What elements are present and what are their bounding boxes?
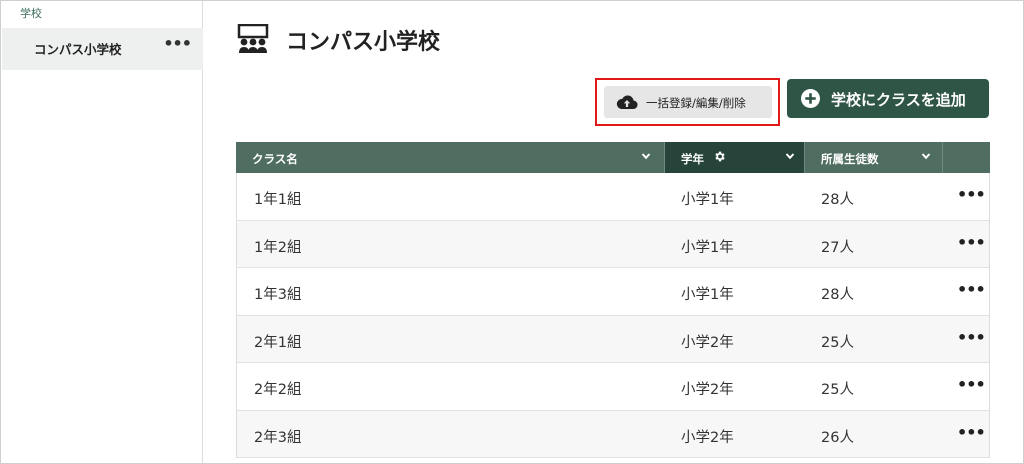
grade-cell: 小学2年	[681, 334, 734, 351]
chevron-down-icon	[641, 153, 651, 160]
row-more-options-icon[interactable]: •••	[957, 423, 986, 442]
chevron-down-icon	[921, 153, 931, 160]
plus-circle-icon	[801, 89, 820, 108]
bulk-edit-label: 一括登録/編集/削除	[646, 96, 746, 110]
column-label: 学年	[681, 152, 704, 166]
add-class-label: 学校にクラスを追加	[831, 91, 966, 109]
class-table: クラス名 学年 所属生徒数 1年1組 小学1年 28人 ••• 1年2組 小学1…	[236, 142, 990, 458]
more-options-icon[interactable]: •••	[163, 34, 192, 53]
cloud-upload-icon	[616, 95, 638, 110]
student-count-cell: 27人	[821, 239, 854, 256]
table-row[interactable]: 2年3組 小学2年 26人 •••	[237, 410, 989, 458]
column-header-grade[interactable]: 学年	[664, 142, 804, 173]
class-name-cell: 2年1組	[254, 334, 302, 351]
grade-cell: 小学2年	[681, 382, 734, 398]
column-label: 所属生徒数	[821, 152, 879, 166]
class-name-cell: 1年3組	[254, 287, 302, 303]
column-label: クラス名	[252, 152, 298, 166]
page-title: コンパス小学校	[286, 30, 441, 55]
sidebar: 学校 コンパス小学校 •••	[1, 1, 203, 463]
table-row[interactable]: 1年3組 小学1年 28人 •••	[237, 268, 989, 316]
column-header-class-name[interactable]: クラス名	[236, 142, 664, 173]
class-name-cell: 1年1組	[254, 192, 302, 208]
class-name-cell: 2年2組	[254, 382, 302, 398]
student-count-cell: 25人	[821, 334, 854, 351]
class-name-cell: 2年3組	[254, 429, 302, 446]
gear-icon[interactable]	[713, 150, 726, 163]
sidebar-item-school[interactable]: コンパス小学校 •••	[2, 28, 203, 70]
table-row[interactable]: 1年1組 小学1年 28人 •••	[237, 173, 989, 221]
add-class-button[interactable]: 学校にクラスを追加	[787, 79, 989, 118]
column-header-student-count[interactable]: 所属生徒数	[804, 142, 942, 173]
table-body: 1年1組 小学1年 28人 ••• 1年2組 小学1年 27人 ••• 1年3組…	[236, 173, 990, 458]
grade-cell: 小学1年	[681, 192, 734, 208]
table-row[interactable]: 2年2組 小学2年 25人 •••	[237, 363, 989, 411]
table-row[interactable]: 1年2組 小学1年 27人 •••	[237, 220, 989, 268]
row-more-options-icon[interactable]: •••	[957, 375, 986, 394]
sidebar-item-label: コンパス小学校	[34, 42, 122, 57]
student-count-cell: 26人	[821, 429, 854, 446]
table-header: クラス名 学年 所属生徒数	[236, 142, 990, 173]
student-count-cell: 28人	[821, 287, 854, 303]
grade-cell: 小学2年	[681, 429, 734, 446]
row-more-options-icon[interactable]: •••	[957, 233, 986, 252]
sidebar-section-label: 学校	[20, 7, 42, 20]
bulk-edit-button[interactable]: 一括登録/編集/削除	[604, 86, 772, 118]
grade-cell: 小学1年	[681, 287, 734, 303]
row-more-options-icon[interactable]: •••	[957, 328, 986, 347]
chevron-down-icon	[785, 153, 795, 160]
student-count-cell: 25人	[821, 382, 854, 398]
grade-cell: 小学1年	[681, 239, 734, 256]
student-count-cell: 28人	[821, 192, 854, 208]
row-more-options-icon[interactable]: •••	[957, 280, 986, 299]
classroom-icon	[237, 24, 269, 53]
table-row[interactable]: 2年1組 小学2年 25人 •••	[237, 315, 989, 363]
row-more-options-icon[interactable]: •••	[957, 185, 986, 204]
column-header-actions	[942, 142, 990, 173]
class-name-cell: 1年2組	[254, 239, 302, 256]
